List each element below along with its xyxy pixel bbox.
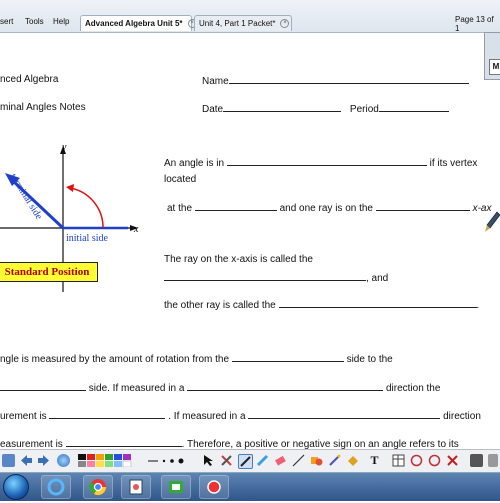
p1-text-d: and one ray is on the <box>279 203 373 214</box>
p1-text-a: An angle is in <box>164 158 225 169</box>
menu-help[interactable]: Help <box>53 17 69 26</box>
notebook-toolbar: T <box>0 449 500 472</box>
terminal-side-label: terminal side <box>7 172 44 222</box>
line-icon[interactable] <box>292 454 305 467</box>
p1-line3: at the and one ray is on the x-ax <box>167 201 491 214</box>
p2-line1: The ray on the x-axis is called the <box>164 254 313 265</box>
p3-blank-4 <box>49 409 166 419</box>
period-label: Period <box>349 104 379 115</box>
p1-line2: located <box>164 174 197 185</box>
p3-text-a: ngle is measured by the amount of rotati… <box>0 354 230 365</box>
menu-insert[interactable]: sert <box>0 17 13 26</box>
p1-blank-3 <box>375 201 470 211</box>
side-widget-label: M <box>489 59 500 75</box>
eraser-icon[interactable] <box>274 454 287 467</box>
p3-blank-1 <box>231 352 344 362</box>
smart-notebook-icon[interactable] <box>121 475 151 499</box>
p1-text-c: at the <box>167 203 193 214</box>
page-indicator: Page 13 of 1 <box>455 15 494 33</box>
side-panel-tab[interactable]: M <box>484 32 500 80</box>
arrow-left-icon[interactable] <box>20 454 33 467</box>
p3-text-f: . If measured in a <box>168 411 246 422</box>
p3-text-b: side to the <box>346 354 393 365</box>
name-blank <box>228 74 469 84</box>
p2-blank-2 <box>278 298 477 308</box>
p3-line2: side. If measured in a direction the <box>0 381 440 394</box>
fill-icon[interactable] <box>346 454 359 467</box>
pen-icon[interactable] <box>2 454 15 467</box>
p2-line3: the other ray is called the . <box>164 298 479 311</box>
camtasia-icon[interactable] <box>161 475 191 499</box>
p2-blank-1 <box>164 271 366 281</box>
tab-unit4-packet[interactable]: Unit 4, Part 1 Packet* × <box>194 15 292 31</box>
menu-tools[interactable]: Tools <box>25 17 44 26</box>
shapes-icon[interactable] <box>310 454 323 467</box>
course-title: nced Algebra <box>0 74 59 85</box>
p3-text-c: side. If measured in a <box>88 383 185 394</box>
p2-text-and: , and <box>366 273 389 284</box>
arc-arrow-icon <box>66 184 74 192</box>
p3-line1: ngle is measured by the amount of rotati… <box>0 352 393 365</box>
date-label: Date <box>202 104 224 115</box>
dots-icon[interactable] <box>148 454 186 467</box>
redo-icon[interactable] <box>428 454 441 467</box>
p3-blank-3 <box>187 381 384 391</box>
arrow-right-icon[interactable] <box>37 454 50 467</box>
highlighter-icon[interactable] <box>256 454 269 467</box>
pen-cursor-icon <box>485 211 500 232</box>
p2-line2: , and <box>164 271 388 284</box>
p1-text-b: if its vertex <box>429 158 478 169</box>
tools-icon[interactable] <box>220 454 233 467</box>
y-label: y <box>61 142 67 153</box>
chrome-icon[interactable] <box>83 475 113 499</box>
p3-text-e: urement is <box>0 411 47 422</box>
date-field: Date Period <box>202 102 449 115</box>
p3-text-d: direction the <box>385 383 441 394</box>
period-blank <box>378 102 449 112</box>
table-icon[interactable] <box>392 454 405 467</box>
name-label: Name <box>202 76 229 87</box>
p3-text-g: direction <box>443 411 481 422</box>
p2-text-end: . <box>476 300 480 311</box>
rotation-arc <box>69 187 104 229</box>
record-icon[interactable] <box>199 475 229 499</box>
tab-close-icon[interactable]: × <box>280 19 290 29</box>
p3-blank-6 <box>65 437 182 447</box>
screen-shade-icon[interactable] <box>470 454 483 467</box>
toolbar-menu-icon[interactable] <box>488 454 498 467</box>
standard-position-label: Standard Position <box>0 262 98 282</box>
notes-title: minal Angles Notes <box>0 102 86 113</box>
tab-label: Unit 4, Part 1 Packet* <box>199 19 276 28</box>
select-arrow-icon[interactable] <box>202 454 215 467</box>
text-tool-icon[interactable]: T <box>368 454 381 467</box>
taskbar <box>0 472 500 501</box>
tab-label: Advanced Algebra Unit 5* <box>85 19 183 28</box>
p1-blank-2 <box>194 201 277 211</box>
undo-icon[interactable] <box>410 454 423 467</box>
x-label: x <box>133 224 139 235</box>
p3-line3: urement is . If measured in a direction <box>0 409 481 422</box>
p3-blank-2 <box>0 381 86 391</box>
globe-icon[interactable] <box>57 454 70 467</box>
initial-side-label: initial side <box>66 233 109 244</box>
magic-pen-icon[interactable] <box>328 454 341 467</box>
pen-tool-icon[interactable] <box>238 454 253 469</box>
internet-explorer-icon[interactable] <box>41 475 71 499</box>
p1-blank-1 <box>226 156 427 166</box>
p1-line1: An angle is in if its vertex <box>164 156 477 169</box>
delete-icon[interactable] <box>446 454 459 467</box>
color-palette-icon[interactable] <box>78 454 140 468</box>
p2-text-b: the other ray is called the <box>164 300 276 311</box>
date-blank <box>223 102 342 112</box>
p3-blank-5 <box>248 409 441 419</box>
name-field: Name <box>202 74 469 87</box>
start-button[interactable] <box>3 474 29 500</box>
tab-advanced-algebra[interactable]: Advanced Algebra Unit 5* × <box>80 15 197 31</box>
